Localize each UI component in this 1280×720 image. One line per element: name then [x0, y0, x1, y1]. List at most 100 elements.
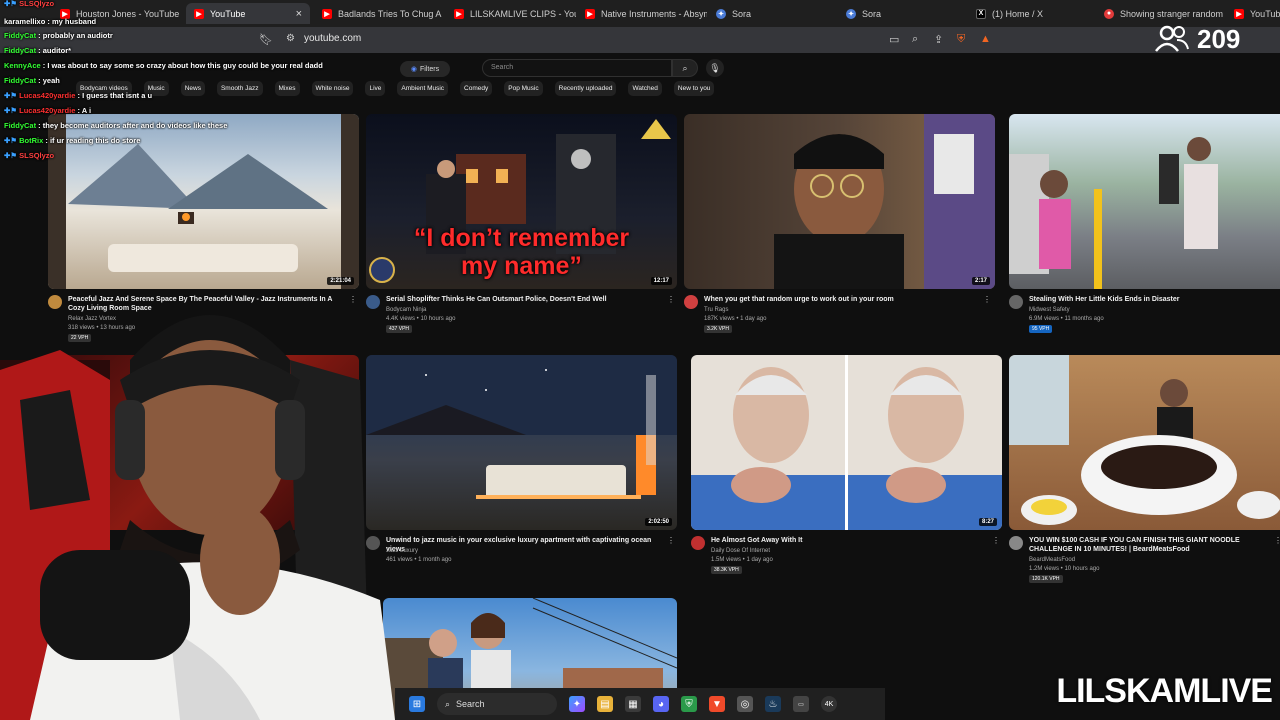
tab-sora-1[interactable]: ✦ Sora: [708, 3, 838, 24]
channel-avatar[interactable]: [691, 536, 705, 550]
tab-x-home[interactable]: X (1) Home / X: [968, 3, 1098, 24]
search-input[interactable]: Search: [482, 59, 672, 77]
channel-name[interactable]: Daily Dose Of Internet: [711, 548, 770, 554]
more-options-icon[interactable]: ⋮: [1274, 536, 1280, 545]
video-card[interactable]: 2:02:50 Unwind to jazz music in your exc…: [366, 355, 677, 585]
windows-taskbar: ⊞ ⌕ Search ✦ ▤ ▦ ◕ ⛨ ▼ ◎ ♨ ▭ 4K: [395, 688, 885, 720]
tab-label: Native Instruments - Absym: [601, 8, 707, 19]
chat-text: if ur reading this do store: [49, 136, 141, 145]
chat-text: A i: [81, 106, 92, 115]
file-explorer-icon[interactable]: ▤: [597, 696, 613, 712]
video-thumbnail[interactable]: [1009, 114, 1280, 289]
chat-message: FiddyCat : they become auditors after an…: [4, 121, 228, 130]
chat-badge-icon: ✚⚑: [4, 0, 18, 8]
video-card[interactable]: 2:17 When you get that random urge to wo…: [684, 114, 995, 344]
video-card[interactable]: 8:27 He Almost Got Away With It Daily Do…: [691, 355, 1002, 585]
filter-icon: ◉: [410, 66, 418, 73]
search-icon: ⌕: [445, 698, 451, 709]
tab-showing-stranger[interactable]: ● Showing stranger random: [1096, 3, 1226, 24]
video-title[interactable]: YOU WIN $100 CASH IF YOU CAN FINISH THIS…: [1029, 536, 1266, 554]
x-icon: X: [976, 8, 986, 19]
search-button[interactable]: ⌕: [672, 59, 698, 77]
chat-message: karamellixo : my husband: [4, 17, 97, 26]
duration-badge: 12:17: [650, 277, 672, 285]
taskbar-search[interactable]: ⌕ Search: [437, 693, 557, 715]
more-options-icon[interactable]: ⋮: [983, 295, 991, 304]
steam-icon[interactable]: ♨: [765, 696, 781, 712]
duration-badge: 2:02:50: [645, 518, 672, 526]
viewer-count-number: 209: [1197, 23, 1241, 54]
video-title[interactable]: He Almost Got Away With It: [711, 536, 988, 545]
chat-username: Lucas420yardie: [19, 106, 76, 115]
chat-badge-icon: ✚⚑: [4, 136, 18, 145]
chat-message: ✚⚑ Lucas420yardie : I guess that isnt a …: [4, 91, 153, 100]
tab-sora-2[interactable]: ✦ Sora: [838, 3, 968, 24]
zoom-icon[interactable]: ⌕: [912, 33, 918, 46]
chrome-icon[interactable]: ◎: [737, 696, 753, 712]
more-options-icon[interactable]: ⋮: [992, 536, 1000, 545]
store-icon[interactable]: ▦: [625, 696, 641, 712]
video-title[interactable]: Serial Shoplifter Thinks He Can Outsmart…: [386, 295, 663, 304]
filters-label: Filters: [420, 65, 440, 73]
channel-name[interactable]: Midwest Safety: [1029, 307, 1070, 313]
discord-icon[interactable]: ◕: [653, 696, 669, 712]
video-title[interactable]: Stealing With Her Little Kids Ends in Di…: [1029, 295, 1266, 304]
mic-button[interactable]: 🎙︎: [706, 59, 724, 77]
thumbnail-art: [1009, 137, 1218, 289]
chat-username: FiddyCat: [4, 46, 37, 55]
duration-badge: 2:21:04: [327, 277, 354, 285]
tab-youtube-2[interactable]: ▶ YouTube: [1226, 3, 1280, 24]
video-card[interactable]: YOU WIN $100 CASH IF YOU CAN FINISH THIS…: [1009, 355, 1280, 585]
stream-brand-logo: LILSKAMLIVE: [1056, 672, 1273, 710]
page-icon: ●: [1104, 8, 1114, 19]
more-options-icon[interactable]: ⋮: [667, 536, 675, 545]
sora-icon: ✦: [846, 8, 856, 19]
shield-icon[interactable]: ⛨: [681, 696, 697, 712]
video-thumbnail[interactable]: 2:17: [684, 114, 995, 289]
brave-rewards-icon[interactable]: ▲: [980, 33, 991, 45]
video-title[interactable]: When you get that random urge to work ou…: [704, 295, 981, 304]
chat-text: probably an audiotr: [42, 31, 113, 40]
brave-icon[interactable]: ▼: [709, 696, 725, 712]
video-thumbnail[interactable]: “I don’t remember my name” 12:17: [366, 114, 677, 289]
video-thumbnail[interactable]: 8:27: [691, 355, 1002, 530]
thumbnail-art: [691, 355, 1002, 530]
sora-icon: ✦: [716, 8, 726, 19]
video-stats: 4.4K views • 10 hours ago: [386, 316, 456, 322]
share-icon[interactable]: ⇪: [934, 33, 943, 46]
channel-avatar[interactable]: [1009, 295, 1023, 309]
chip-ambient[interactable]: Ambient Music: [397, 81, 449, 96]
tab-label: YouTube: [1250, 8, 1280, 19]
video-card[interactable]: Stealing With Her Little Kids Ends in Di…: [1009, 114, 1280, 344]
video-card[interactable]: “I don’t remember my name” 12:17 Serial …: [366, 114, 677, 344]
tab-native-instruments[interactable]: ▶ Native Instruments - Absym: [577, 3, 707, 24]
channel-name[interactable]: Tru Rags: [704, 307, 728, 313]
tab-label: Showing stranger random: [1120, 8, 1224, 19]
chip-recent[interactable]: Recently uploaded: [554, 81, 617, 96]
chip-watched[interactable]: Watched: [628, 81, 662, 96]
cast-icon[interactable]: ▭: [889, 33, 899, 46]
filters-button[interactable]: ◉ Filters: [400, 61, 450, 77]
video-stats: 6.9M views • 11 months ago: [1029, 316, 1104, 322]
chip-new-to-you[interactable]: New to you: [673, 81, 715, 96]
4k-icon[interactable]: 4K: [821, 696, 837, 712]
video-thumbnail[interactable]: 2:02:50: [366, 355, 677, 530]
chat-username: BotRix: [19, 136, 44, 145]
video-title[interactable]: Unwind to jazz music in your exclusive l…: [386, 536, 663, 554]
windows-start-icon[interactable]: ⊞: [409, 696, 425, 712]
channel-avatar[interactable]: [1009, 536, 1023, 550]
chip-comedy[interactable]: Comedy: [460, 81, 493, 96]
youtube-icon: ▶: [1234, 8, 1244, 19]
copilot-icon[interactable]: ✦: [569, 696, 585, 712]
thumbnail-art: [366, 355, 677, 499]
chat-badge-icon: ✚⚑: [4, 106, 18, 115]
tab-lilskamlive-clips[interactable]: ▶ LILSKAMLIVE CLIPS - YouTu: [446, 3, 576, 24]
video-thumbnail[interactable]: [1009, 355, 1280, 530]
app-icon[interactable]: ▭: [793, 696, 809, 712]
brave-shield-icon[interactable]: ⛨: [957, 33, 965, 46]
chat-username: SLSQlyzo: [19, 151, 55, 160]
channel-name[interactable]: BeardMeatsFood: [1029, 557, 1075, 563]
channel-avatar[interactable]: [684, 295, 698, 309]
more-options-icon[interactable]: ⋮: [667, 295, 675, 304]
chip-pop[interactable]: Pop Music: [504, 81, 543, 96]
